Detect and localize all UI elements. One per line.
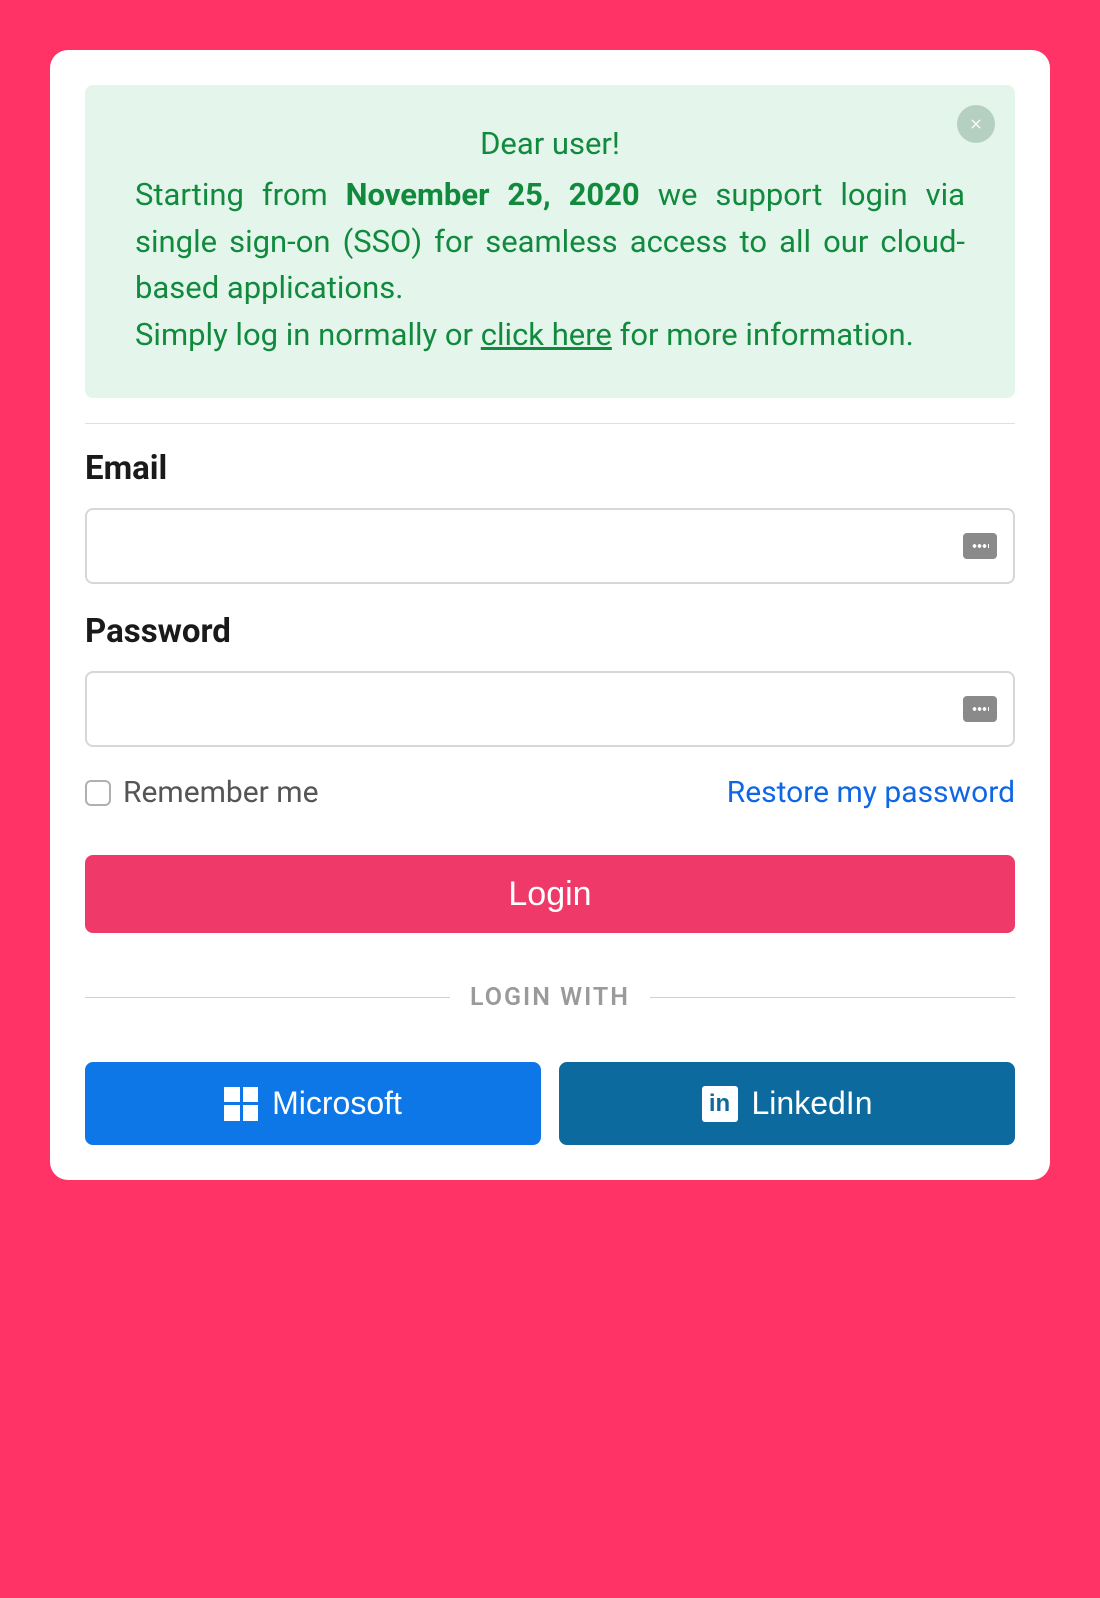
password-manager-icon[interactable] xyxy=(963,696,997,722)
remember-me-wrap[interactable]: Remember me xyxy=(85,775,319,810)
email-label: Email xyxy=(85,449,1015,488)
linkedin-label: LinkedIn xyxy=(752,1085,873,1122)
alert-more-info-link[interactable]: click here xyxy=(481,316,612,353)
divider xyxy=(85,423,1015,424)
email-input-wrap xyxy=(85,508,1015,584)
login-card: Dear user! Starting from November 25, 20… xyxy=(50,50,1050,1180)
remember-me-label: Remember me xyxy=(123,775,319,810)
linkedin-login-button[interactable]: in LinkedIn xyxy=(559,1062,1015,1145)
alert-close-button[interactable] xyxy=(957,105,995,143)
linkedin-icon: in xyxy=(702,1086,738,1122)
email-field[interactable] xyxy=(85,508,1015,584)
login-with-label: LOGIN WITH xyxy=(470,983,630,1012)
microsoft-login-button[interactable]: Microsoft xyxy=(85,1062,541,1145)
password-field[interactable] xyxy=(85,671,1015,747)
alert-line2-suffix: for more information. xyxy=(612,316,914,353)
microsoft-icon xyxy=(224,1087,258,1121)
divider-line xyxy=(650,997,1015,998)
microsoft-label: Microsoft xyxy=(272,1085,402,1122)
alert-body: Starting from November 25, 2020 we suppo… xyxy=(135,172,965,358)
password-input-wrap xyxy=(85,671,1015,747)
close-icon xyxy=(968,116,984,132)
restore-password-link[interactable]: Restore my password xyxy=(727,775,1015,810)
alert-date-bold: November 25, 2020 xyxy=(346,176,640,213)
password-manager-icon[interactable] xyxy=(963,533,997,559)
login-with-divider: LOGIN WITH xyxy=(85,983,1015,1012)
password-label: Password xyxy=(85,612,1015,651)
alert-text-prefix: Starting from xyxy=(135,176,346,213)
divider-line xyxy=(85,997,450,998)
alert-line2-prefix: Simply log in normally or xyxy=(135,316,481,353)
info-alert: Dear user! Starting from November 25, 20… xyxy=(85,85,1015,398)
login-button[interactable]: Login xyxy=(85,855,1015,933)
social-buttons-row: Microsoft in LinkedIn xyxy=(85,1062,1015,1145)
alert-title: Dear user! xyxy=(135,125,965,162)
options-row: Remember me Restore my password xyxy=(85,775,1015,810)
remember-me-checkbox[interactable] xyxy=(85,780,111,806)
